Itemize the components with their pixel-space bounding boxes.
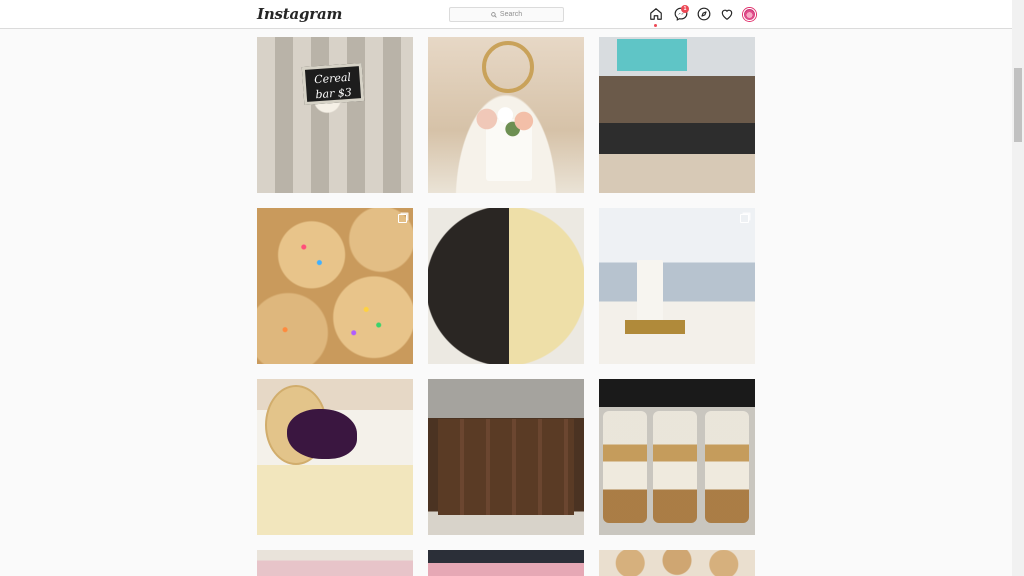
search-icon [491,11,497,18]
profile-avatar[interactable] [743,8,756,21]
cereal-bar-sign: Cereal bar $3 [301,62,365,106]
dessert-cup [705,411,749,523]
post-sprinkle-cookies[interactable] [257,208,413,364]
post-floral-cake[interactable] [428,37,584,193]
sprinkles [257,208,413,364]
post-brownie-trays[interactable] [428,379,584,535]
post-cookies-cream-platter[interactable] [428,208,584,364]
page-scrollbar[interactable] [1012,0,1024,576]
multiple-photos-icon [398,214,407,223]
dessert-cup [603,411,647,523]
search-placeholder: Search [499,11,523,18]
cake-topper [482,41,534,93]
messenger-badge: 1 [681,5,689,13]
post-cereal-bars[interactable]: Cereal bar $3 [257,37,413,193]
wedding-cake-shape [637,260,663,322]
search-input[interactable]: Search [449,7,564,22]
brownie-rows [438,419,574,515]
post-partial-row-3[interactable] [599,550,755,576]
bakery-banner [617,39,687,71]
top-nav-bar: Instagram Search 1 [0,0,1012,29]
post-partial-row-2[interactable] [428,550,584,576]
scrollbar-thumb[interactable] [1014,68,1022,142]
dessert-cup [653,411,697,523]
cake-flowers [472,99,546,139]
multiple-photos-icon [740,214,749,223]
cake-stand [625,320,685,334]
blueberry-topping [287,409,357,459]
explore-icon[interactable] [697,7,711,21]
post-partial-row-1[interactable] [257,550,413,576]
post-dessert-cups[interactable] [599,379,755,535]
home-active-dot [654,24,657,27]
activity-heart-icon[interactable] [720,7,734,21]
post-blueberry-cheesecake[interactable] [257,379,413,535]
instagram-logo[interactable]: Instagram [257,5,342,23]
home-icon[interactable] [649,7,663,21]
post-wedding-cake[interactable] [599,208,755,364]
post-bakery-display[interactable] [599,37,755,193]
